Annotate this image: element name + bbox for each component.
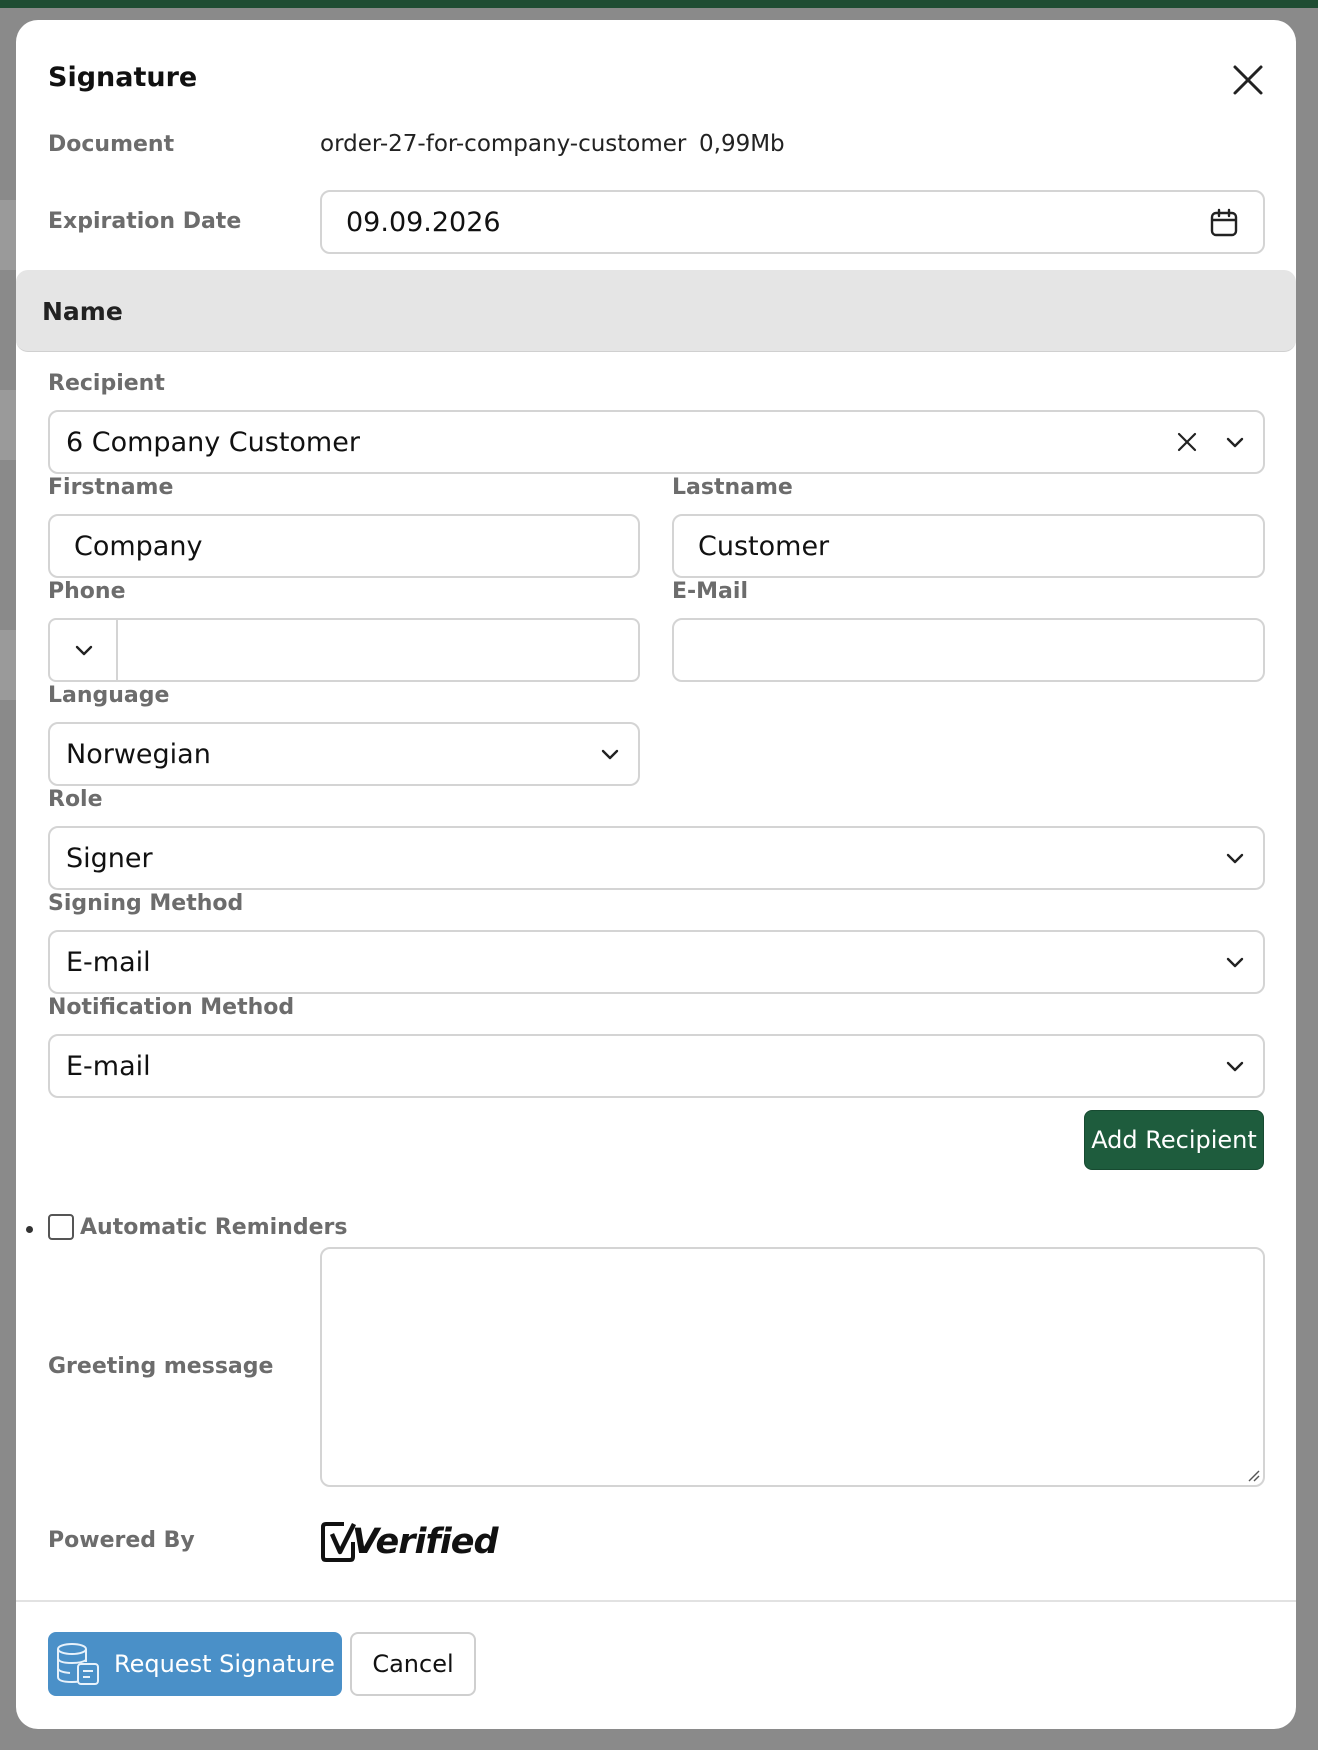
list-bullet [26,1226,33,1233]
greeting-message-label: Greeting message [48,1354,274,1379]
cancel-button[interactable]: Cancel [350,1632,476,1696]
backdrop-row [0,200,16,270]
automatic-reminders-label[interactable]: Automatic Reminders [80,1215,347,1240]
add-recipient-button[interactable]: Add Recipient [1084,1110,1264,1170]
calendar-icon[interactable] [1209,208,1239,238]
verified-logo: Verified [320,1516,499,1568]
expiration-date-input[interactable]: 09.09.2026 [320,190,1265,254]
notification-method-value: E-mail [66,1050,151,1082]
language-select[interactable]: Norwegian [48,722,640,786]
notification-method-label: Notification Method [48,995,295,1020]
greeting-message-textarea[interactable] [320,1247,1265,1487]
request-signature-label: Request Signature [114,1650,335,1678]
document-label: Document [48,132,175,157]
close-icon[interactable] [1228,60,1268,100]
signing-method-select[interactable]: E-mail [48,930,1265,994]
verified-logo-text: Verified [352,1522,499,1562]
recipient-select[interactable]: 6 Company Customer [48,410,1265,474]
phone-country-select[interactable] [50,620,118,680]
backdrop-row [0,390,16,460]
lastname-input[interactable]: Customer [672,514,1265,578]
section-title: Name [42,296,123,326]
firstname-input[interactable]: Company [48,514,640,578]
notification-method-select[interactable]: E-mail [48,1034,1265,1098]
email-label: E-Mail [672,579,748,604]
chevron-down-icon [601,749,619,760]
role-select[interactable]: Signer [48,826,1265,890]
firstname-value: Company [74,530,203,562]
expiration-date-value: 09.09.2026 [346,206,501,238]
chevron-down-icon [1226,1061,1244,1072]
resize-handle-icon[interactable] [1245,1467,1261,1483]
language-value: Norwegian [66,738,211,770]
app-top-bar [0,0,1318,8]
signature-dialog: Signature Document order-27-for-company-… [16,20,1296,1729]
chevron-down-icon[interactable] [1223,430,1247,454]
clear-icon[interactable] [1175,430,1199,454]
lastname-label: Lastname [672,475,793,500]
email-input[interactable] [672,618,1265,682]
role-value: Signer [66,842,153,874]
footer-divider [16,1600,1296,1602]
phone-label: Phone [48,579,126,604]
automatic-reminders-checkbox[interactable] [48,1214,74,1240]
recipient-label: Recipient [48,371,165,396]
lastname-value: Customer [698,530,830,562]
role-label: Role [48,787,103,812]
phone-input[interactable] [48,618,640,682]
document-filename: order-27-for-company-customer [320,131,687,157]
dialog-title: Signature [48,62,198,93]
signing-method-label: Signing Method [48,891,244,916]
recipient-value: 6 Company Customer [66,426,360,458]
name-section-header: Name [16,270,1296,352]
chevron-down-icon [75,645,93,656]
document-size: 0,99Mb [699,131,785,157]
backdrop-row [0,630,16,700]
signing-method-value: E-mail [66,946,151,978]
expiration-date-label: Expiration Date [48,209,242,234]
powered-by-label: Powered By [48,1528,195,1553]
request-signature-button[interactable]: Request Signature [48,1632,342,1696]
chevron-down-icon [1226,853,1244,864]
verified-logo-mark-icon [321,1522,357,1562]
chevron-down-icon [1226,957,1244,968]
language-label: Language [48,683,170,708]
firstname-label: Firstname [48,475,174,500]
database-sign-icon [57,1643,99,1685]
